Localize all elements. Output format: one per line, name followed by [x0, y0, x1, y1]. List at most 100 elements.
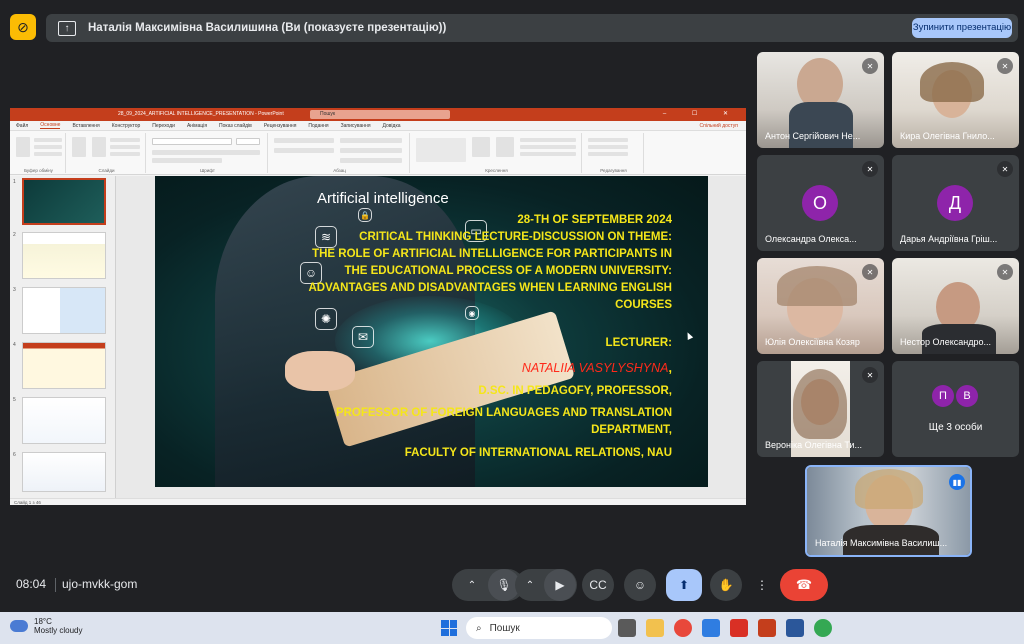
slide-theme-line-4: COURSES [615, 299, 672, 311]
menu-view[interactable]: Подання [308, 123, 328, 129]
group-paragraph-label: Абзац [333, 168, 346, 173]
participant-tile[interactable]: ✕ Кира Олегівна Гнило... [892, 52, 1019, 148]
slide-heading: Artificial intelligence [317, 190, 449, 207]
participant-hair [793, 369, 847, 439]
thumb-number: 4 [13, 342, 16, 348]
windows-start-icon[interactable] [441, 620, 457, 636]
ribbon-editing[interactable]: Редагування [584, 133, 644, 173]
ribbon-clipboard[interactable]: Буфер обміну [12, 133, 66, 173]
ribbon-font[interactable]: Шрифт [148, 133, 268, 173]
mic-off-icon: ✕ [862, 58, 878, 74]
taskbar-search-label: Пошук [489, 622, 520, 634]
menu-record[interactable]: Записування [341, 123, 371, 129]
meeting-code: ujo-mvkk-gom [62, 577, 138, 591]
group-slides-label: Слайди [98, 168, 115, 173]
ppt-search-box[interactable]: Пошук [310, 110, 450, 119]
pdf-reader-icon[interactable] [730, 619, 748, 637]
mic-off-icon: ✕ [997, 264, 1013, 280]
participant-tile[interactable]: ✕ Юлія Олексіївна Козяр [757, 258, 884, 354]
search-icon: ⌕ [476, 622, 482, 634]
participant-name: Олександра Олекса... [765, 234, 857, 244]
ppt-titlebar: 28_09_2024_ARTIFICIAL INTELLIGENCE_PRESE… [10, 108, 746, 121]
slide-thumb-4[interactable] [22, 342, 106, 389]
participant-tile[interactable]: ✕ Вероніка Олегівна Ти... [757, 361, 884, 457]
stop-presenting-button[interactable]: Зупинити презентацію [912, 18, 1012, 38]
captions-icon[interactable]: CC [582, 569, 614, 601]
menu-design[interactable]: Конструктор [112, 123, 141, 129]
task-view-icon[interactable] [618, 619, 636, 637]
audio-control-group: ⌃ 🎙 [452, 569, 524, 601]
menu-insert[interactable]: Вставлення [72, 123, 99, 129]
group-drawing-label: Креслення [485, 168, 508, 173]
video-options-chevron-icon[interactable]: ⌃ [516, 580, 544, 591]
menu-transitions[interactable]: Переходи [152, 123, 175, 129]
slide-thumb-2[interactable] [22, 232, 106, 279]
slide-date: 28-TH OF SEPTEMBER 2024 [517, 214, 672, 226]
participant-name: Наталія Максимівна Василиш... [815, 538, 948, 548]
ppt-ribbon: Буфер обміну Слайди Шрифт Абзац Кресленн… [10, 131, 746, 175]
ppt-workspace: 1 2 3 4 5 6 ≋ 🔒 ▭ ☺ ✺ ◉ ✉ Artificial int… [10, 176, 746, 498]
participant-name: Дарья Андріївна Гріш... [900, 234, 998, 244]
cloud-icon [10, 620, 28, 632]
mouse-cursor [684, 331, 694, 340]
menu-animation[interactable]: Анімація [187, 123, 207, 129]
lock-icon: 🔒 [358, 208, 372, 222]
word-icon[interactable] [786, 619, 804, 637]
emoji-icon[interactable]: ☺ [624, 569, 656, 601]
more-options-icon[interactable]: ⋮ [750, 569, 774, 601]
participant-hair [855, 469, 923, 509]
participant-tile[interactable]: ✕ Нестор Олександро... [892, 258, 1019, 354]
chrome-icon[interactable] [674, 619, 692, 637]
present-screen-button[interactable]: ⬆ [666, 569, 702, 601]
participant-hair [777, 266, 857, 306]
thumb-number: 2 [13, 232, 16, 238]
slide-thumbnails: 1 2 3 4 5 6 [10, 176, 116, 498]
window-controls[interactable]: – ☐ ✕ [663, 110, 740, 117]
group-clipboard-label: Буфер обміну [24, 168, 53, 173]
ribbon-paragraph[interactable]: Абзац [270, 133, 410, 173]
camera-icon: ◉ [465, 306, 479, 320]
audio-options-chevron-icon[interactable]: ⌃ [456, 580, 488, 591]
taskbar-search[interactable]: ⌕ Пошук [466, 617, 612, 639]
menu-file[interactable]: Файл [16, 123, 28, 129]
slide-position-line-2: DEPARTMENT, [591, 424, 672, 436]
chrome-profile-icon[interactable] [814, 619, 832, 637]
participant-name: Юлія Олексіївна Козяр [765, 337, 860, 347]
participant-name: Кира Олегівна Гнило... [900, 131, 995, 141]
participant-tile[interactable]: ✕ Антон Сергійович Не... [757, 52, 884, 148]
ribbon-drawing[interactable]: Креслення [412, 133, 582, 173]
store-icon[interactable] [702, 619, 720, 637]
slide-thumb-5[interactable] [22, 397, 106, 444]
self-view-tile[interactable]: ▮▮ Наталія Максимівна Василиш... [805, 465, 972, 557]
ppt-menu-bar: Файл Основне Вставлення Конструктор Пере… [10, 121, 746, 131]
participant-avatar: О [802, 185, 838, 221]
wifi-icon: ≋ [315, 226, 337, 248]
slide-thumb-3[interactable] [22, 287, 106, 334]
share-button[interactable]: Спільний доступ [700, 123, 738, 129]
menu-help[interactable]: Довідка [383, 123, 401, 129]
ribbon-slides[interactable]: Слайди [68, 133, 146, 173]
menu-review[interactable]: Рецензування [264, 123, 297, 129]
slide-thumb-6[interactable] [22, 452, 106, 492]
slide-theme-line-3: ADVANTAGES AND DISADVANTAGES WHEN LEARNI… [308, 282, 672, 294]
presentation-off-icon[interactable]: ⊘ [10, 14, 36, 40]
ppt-window-title: 28_09_2024_ARTIFICIAL INTELLIGENCE_PRESE… [118, 111, 284, 117]
more-participants-tile[interactable]: П В Ще 3 особи [892, 361, 1019, 457]
file-explorer-icon[interactable] [646, 619, 664, 637]
current-slide: ≋ 🔒 ▭ ☺ ✺ ◉ ✉ Artificial intelligence 28… [155, 176, 708, 487]
weather-widget[interactable]: 18°C Mostly cloudy [10, 617, 82, 635]
slide-thumb-1[interactable] [22, 178, 106, 225]
menu-slideshow[interactable]: Показ слайдів [219, 123, 252, 129]
slide-theme-line-1: THE ROLE OF ARTIFICIAL INTELLIGENCE FOR … [312, 248, 672, 260]
raise-hand-icon[interactable]: ✋ [710, 569, 742, 601]
participant-tile[interactable]: О ✕ Олександра Олекса... [757, 155, 884, 251]
mic-off-icon: ✕ [862, 264, 878, 280]
weather-condition: Mostly cloudy [34, 626, 83, 635]
meeting-clock: 08:04 [16, 577, 47, 591]
participant-body [789, 102, 853, 148]
camera-icon[interactable]: ▶ [544, 569, 576, 601]
menu-home[interactable]: Основне [40, 122, 61, 129]
participant-tile[interactable]: Д ✕ Дарья Андріївна Гріш... [892, 155, 1019, 251]
hang-up-button[interactable]: ☎ [780, 569, 828, 601]
powerpoint-icon[interactable] [758, 619, 776, 637]
